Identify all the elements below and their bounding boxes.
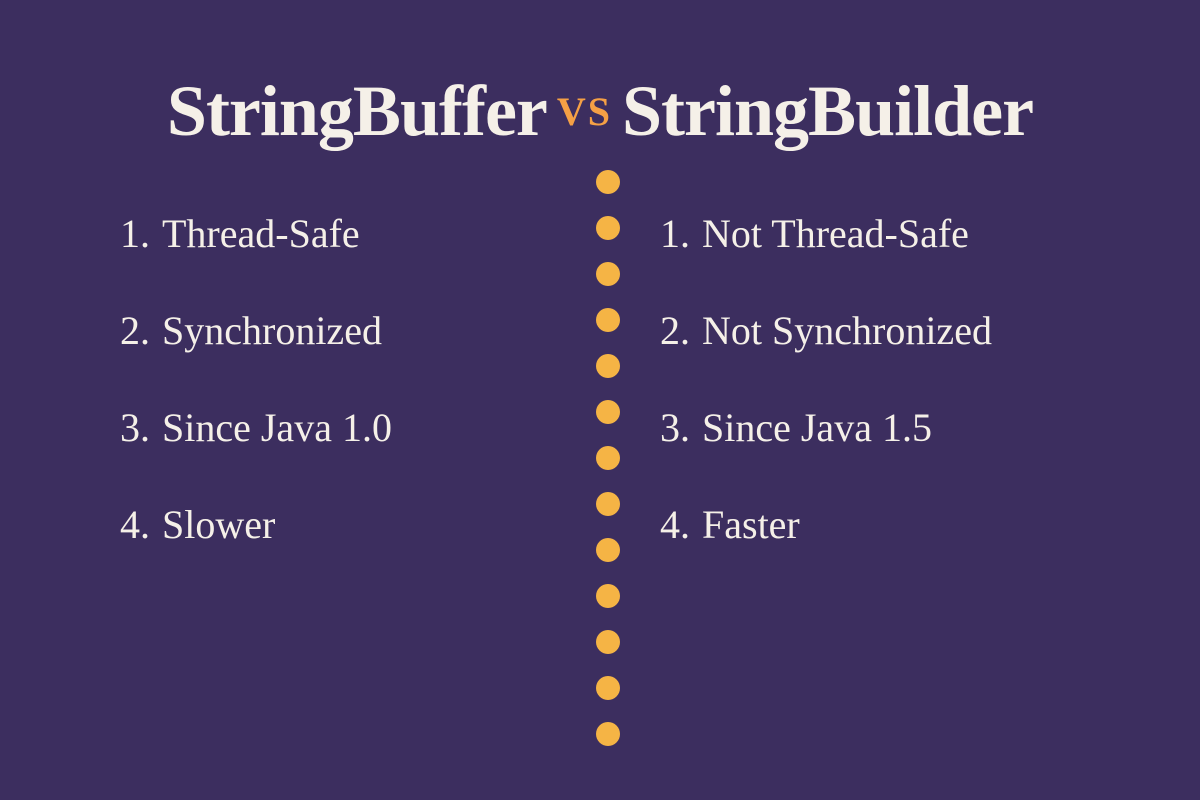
item-number: 1. [120, 210, 150, 257]
list-item: 1. Thread-Safe [120, 210, 392, 257]
left-list: 1. Thread-Safe 2. Synchronized 3. Since … [120, 210, 392, 598]
right-list: 1. Not Thread-Safe 2. Not Synchronized 3… [660, 210, 992, 598]
item-text: Since Java 1.5 [702, 404, 932, 451]
divider-dot-icon [596, 492, 620, 516]
item-number: 3. [660, 404, 690, 451]
divider-dot-icon [596, 216, 620, 240]
item-text: Not Thread-Safe [702, 210, 969, 257]
item-number: 2. [120, 307, 150, 354]
divider-dot-icon [596, 676, 620, 700]
item-number: 4. [120, 501, 150, 548]
list-item: 2. Synchronized [120, 307, 392, 354]
list-item: 3. Since Java 1.0 [120, 404, 392, 451]
divider-dot-icon [596, 400, 620, 424]
divider-dot-icon [596, 722, 620, 746]
divider-dot-icon [596, 354, 620, 378]
comparison-header: StringBuffer VS StringBuilder [0, 70, 1200, 153]
item-text: Thread-Safe [162, 210, 360, 257]
list-item: 4. Faster [660, 501, 992, 548]
item-number: 3. [120, 404, 150, 451]
divider-dots [596, 170, 620, 746]
item-text: Not Synchronized [702, 307, 992, 354]
divider-dot-icon [596, 170, 620, 194]
divider-dot-icon [596, 630, 620, 654]
right-title: StringBuilder [622, 70, 1033, 153]
divider-dot-icon [596, 308, 620, 332]
list-item: 1. Not Thread-Safe [660, 210, 992, 257]
divider-dot-icon [596, 446, 620, 470]
divider-dot-icon [596, 262, 620, 286]
list-item: 3. Since Java 1.5 [660, 404, 992, 451]
item-text: Slower [162, 501, 275, 548]
list-item: 2. Not Synchronized [660, 307, 992, 354]
list-item: 4. Slower [120, 501, 392, 548]
item-number: 4. [660, 501, 690, 548]
divider-dot-icon [596, 584, 620, 608]
vs-label: VS [557, 88, 612, 135]
item-number: 1. [660, 210, 690, 257]
item-text: Synchronized [162, 307, 382, 354]
item-text: Faster [702, 501, 800, 548]
item-text: Since Java 1.0 [162, 404, 392, 451]
left-title: StringBuffer [167, 70, 547, 153]
divider-dot-icon [596, 538, 620, 562]
item-number: 2. [660, 307, 690, 354]
